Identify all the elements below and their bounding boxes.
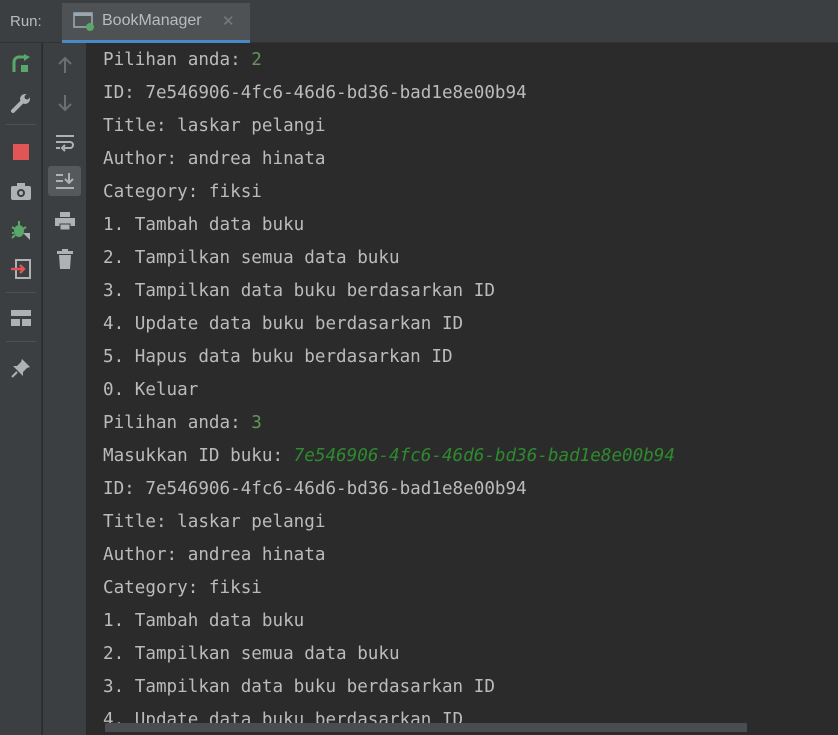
console-output[interactable]: Pilihan anda: 2 ID: 7e546906-4fc6-46d6-b… — [87, 43, 838, 735]
console-text: Pilihan anda: — [103, 413, 252, 433]
wrench-icon[interactable] — [8, 90, 34, 116]
console-line: ID: 7e546906-4fc6-46d6-bd36-bad1e8e00b94 — [103, 83, 527, 103]
print-icon[interactable] — [52, 208, 78, 234]
horizontal-scrollbar[interactable] — [105, 723, 747, 732]
console-text: Pilihan anda: — [103, 50, 252, 70]
run-toolbar-console — [43, 43, 87, 735]
console-line: 1. Tambah data buku — [103, 611, 305, 631]
console-line: Author: andrea hinata — [103, 149, 326, 169]
soft-wrap-icon[interactable] — [52, 130, 78, 156]
divider — [6, 292, 36, 293]
divider — [6, 341, 36, 342]
divider — [6, 124, 36, 125]
console-line: 2. Tampilkan semua data buku — [103, 248, 400, 268]
console-line: Pilihan anda: 3 — [103, 407, 262, 440]
down-arrow-icon[interactable] — [52, 90, 78, 116]
console-line: 3. Tampilkan data buku berdasarkan ID — [103, 677, 495, 697]
rerun-icon[interactable] — [8, 52, 34, 78]
run-toolbar-left — [0, 43, 42, 735]
scroll-to-end-icon[interactable] — [52, 168, 78, 194]
tab-label: BookManager — [102, 12, 202, 29]
up-arrow-icon[interactable] — [52, 52, 78, 78]
console-line: ID: 7e546906-4fc6-46d6-bd36-bad1e8e00b94 — [103, 479, 527, 499]
exit-icon[interactable] — [8, 256, 34, 282]
console-line: 4. Update data buku berdasarkan ID — [103, 314, 464, 334]
user-input: 3 — [251, 413, 262, 433]
console-line: Masukkan ID buku: 7e546906-4fc6-46d6-bd3… — [103, 440, 675, 473]
pin-icon[interactable] — [8, 355, 34, 381]
layout-icon[interactable] — [8, 305, 34, 331]
console-line: Pilihan anda: 2 — [103, 44, 262, 77]
user-input: 2 — [251, 50, 262, 70]
camera-icon[interactable] — [8, 178, 34, 204]
console-line: Title: laskar pelangi — [103, 512, 326, 532]
debug-bug-icon[interactable] — [8, 217, 34, 243]
console-line: 0. Keluar — [103, 380, 199, 400]
stop-icon[interactable] — [8, 139, 34, 165]
console-line: Title: laskar pelangi — [103, 116, 326, 136]
tab-bookmanager[interactable]: BookManager ✕ — [62, 3, 250, 43]
console-line: Category: fiksi — [103, 578, 262, 598]
console-line: 2. Tampilkan semua data buku — [103, 644, 400, 664]
run-tool-window-header: Run: BookManager ✕ — [0, 0, 838, 43]
console-text: Masukkan ID buku: — [103, 446, 294, 466]
close-icon[interactable]: ✕ — [222, 12, 235, 30]
trash-icon[interactable] — [52, 246, 78, 272]
console-line: 1. Tambah data buku — [103, 215, 305, 235]
run-label: Run: — [10, 13, 42, 30]
console-window-icon — [73, 12, 95, 36]
console-line: Author: andrea hinata — [103, 545, 326, 565]
user-input: 7e546906-4fc6-46d6-bd36-bad1e8e00b94 — [293, 446, 675, 466]
console-line: Category: fiksi — [103, 182, 262, 202]
console-line: 5. Hapus data buku berdasarkan ID — [103, 347, 453, 367]
console-line: 3. Tampilkan data buku berdasarkan ID — [103, 281, 495, 301]
